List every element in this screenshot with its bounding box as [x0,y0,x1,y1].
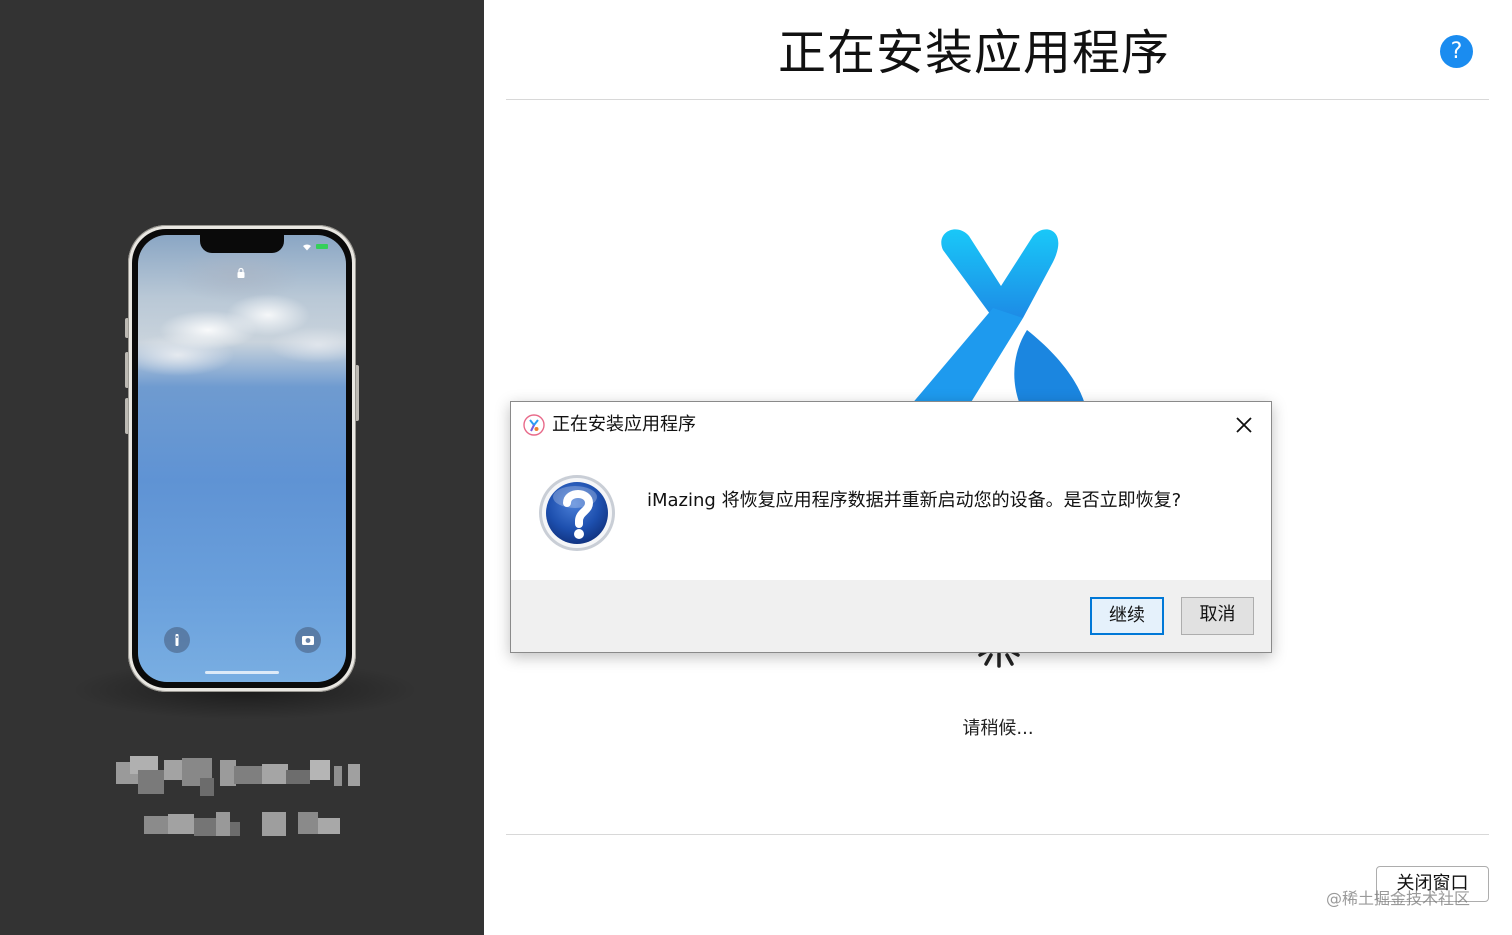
flashlight-icon [164,627,190,653]
close-icon[interactable] [1231,412,1257,438]
page-title: 正在安装应用程序 [777,25,1170,81]
help-icon: ? [1450,39,1463,64]
wait-status-text: 请稍候... [962,718,1034,739]
watermark: @稀土掘金技术社区 [1326,889,1471,908]
phone-lock-screen [138,235,346,682]
imazing-logo [911,229,1085,404]
lock-icon [237,267,245,278]
device-info-pixelated [144,812,340,836]
wifi-icon [303,244,311,251]
continue-button[interactable]: 继续 [1090,597,1164,635]
cancel-button[interactable]: 取消 [1181,597,1254,635]
phone-notch [200,235,284,253]
home-indicator [205,671,279,674]
imazing-small-icon [523,414,545,436]
device-name-pixelated [116,756,360,796]
iphone-device-image [128,225,356,692]
footer-divider [506,834,1489,835]
help-button[interactable]: ? [1440,35,1473,68]
header-divider [506,99,1489,100]
confirm-dialog: 正在安装应用程序 iMazing 将恢复应用程序数据并重新启动您的设备。是否立即… [510,401,1272,653]
dialog-message: iMazing 将恢复应用程序数据并重新启动您的设备。是否立即恢复? [647,490,1182,511]
wallpaper-clouds [138,235,346,395]
dialog-title: 正在安装应用程序 [552,414,696,435]
phone-bezel [132,229,352,688]
device-panel [0,0,484,935]
question-icon [539,475,615,551]
dialog-button-bar: 继续 取消 [511,580,1271,652]
battery-icon [316,244,328,249]
camera-icon [295,627,321,653]
